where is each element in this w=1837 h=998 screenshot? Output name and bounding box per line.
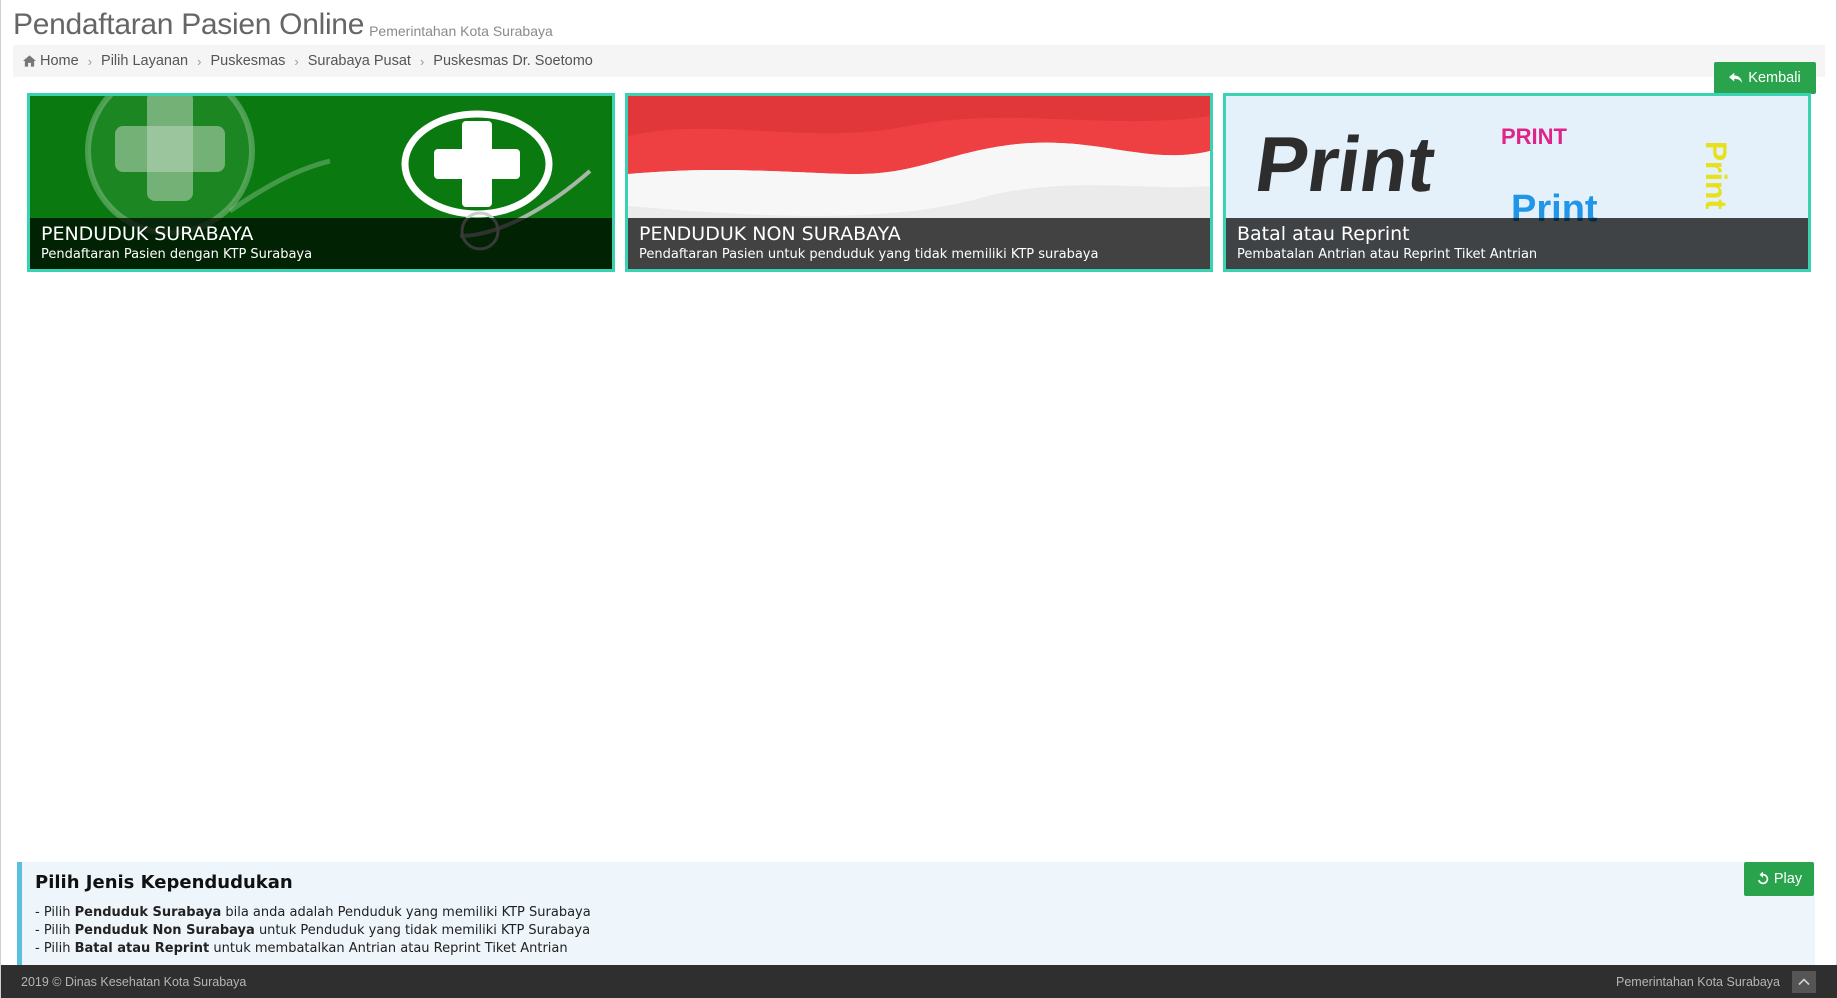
play-button-label: Play [1773, 871, 1803, 887]
card-caption: PENDUDUK SURABAYA Pendaftaran Pasien den… [30, 218, 612, 269]
card-penduduk-non-surabaya[interactable]: PENDUDUK NON SURABAYA Pendaftaran Pasien… [625, 93, 1213, 272]
breadcrumb-surabaya-pusat[interactable]: Surabaya Pusat [308, 53, 411, 69]
play-button[interactable]: Play [1744, 862, 1814, 896]
card-batal-atau-reprint[interactable]: Print PRINT Print Print Batal atau Repri… [1223, 93, 1811, 272]
card-penduduk-surabaya[interactable]: PENDUDUK SURABAYA Pendaftaran Pasien den… [27, 93, 615, 272]
chevron-right-icon: › [294, 53, 299, 69]
card-description: Pendaftaran Pasien untuk penduduk yang t… [639, 247, 1099, 262]
reply-icon [1729, 72, 1743, 84]
home-icon [23, 55, 36, 67]
info-panel: Pilih Jenis Kependudukan - Pilih Pendudu… [17, 862, 1815, 965]
svg-text:Print: Print [1699, 141, 1732, 209]
footer: 2019 © Dinas Kesehatan Kota Surabaya Pem… [1, 965, 1837, 998]
breadcrumb-home[interactable]: Home [23, 53, 79, 69]
breadcrumb: Home › Pilih Layanan › Puskesmas › Surab… [13, 45, 1825, 77]
breadcrumb-pilih-layanan[interactable]: Pilih Layanan [101, 53, 188, 69]
back-button-label: Kembali [1748, 70, 1801, 86]
chevron-up-icon [1798, 978, 1810, 986]
chevron-right-icon: › [87, 53, 93, 69]
card-description: Pendaftaran Pasien dengan KTP Surabaya [41, 247, 313, 262]
page-title: Pendaftaran Pasien Online [13, 8, 365, 41]
footer-copyright: 2019 © Dinas Kesehatan Kota Surabaya [21, 974, 247, 989]
info-line: - Pilih Batal atau Reprint untuk membata… [35, 941, 568, 956]
card-caption: PENDUDUK NON SURABAYA Pendaftaran Pasien… [628, 218, 1210, 269]
info-title: Pilih Jenis Kependudukan [35, 872, 293, 893]
breadcrumb-label: Home [40, 53, 79, 69]
info-line: - Pilih Penduduk Non Surabaya untuk Pend… [35, 923, 591, 938]
footer-right-text: Pemerintahan Kota Surabaya [1616, 974, 1780, 989]
page-subtitle: Pemerintahan Kota Surabaya [369, 23, 553, 39]
replay-icon [1757, 872, 1769, 885]
breadcrumb-current: Puskesmas Dr. Soetomo [433, 53, 593, 69]
breadcrumb-puskesmas[interactable]: Puskesmas [210, 53, 285, 69]
card-title: PENDUDUK SURABAYA [41, 223, 254, 245]
card-title: PENDUDUK NON SURABAYA [639, 223, 901, 245]
info-lines: - Pilih Penduduk Surabaya bila anda adal… [35, 904, 1815, 958]
svg-text:Print: Print [1250, 120, 1440, 208]
chevron-right-icon: › [197, 53, 202, 69]
card-caption: Batal atau Reprint Pembatalan Antrian at… [1226, 218, 1808, 269]
card-title: Batal atau Reprint [1237, 223, 1410, 245]
back-button[interactable]: Kembali [1714, 62, 1816, 94]
scroll-to-top-button[interactable] [1792, 971, 1816, 993]
page-header: Pendaftaran Pasien Online Pemerintahan K… [13, 2, 553, 42]
card-description: Pembatalan Antrian atau Reprint Tiket An… [1237, 247, 1538, 262]
info-line: - Pilih Penduduk Surabaya bila anda adal… [35, 905, 591, 920]
chevron-right-icon: › [419, 53, 425, 69]
svg-text:PRINT: PRINT [1501, 124, 1568, 149]
